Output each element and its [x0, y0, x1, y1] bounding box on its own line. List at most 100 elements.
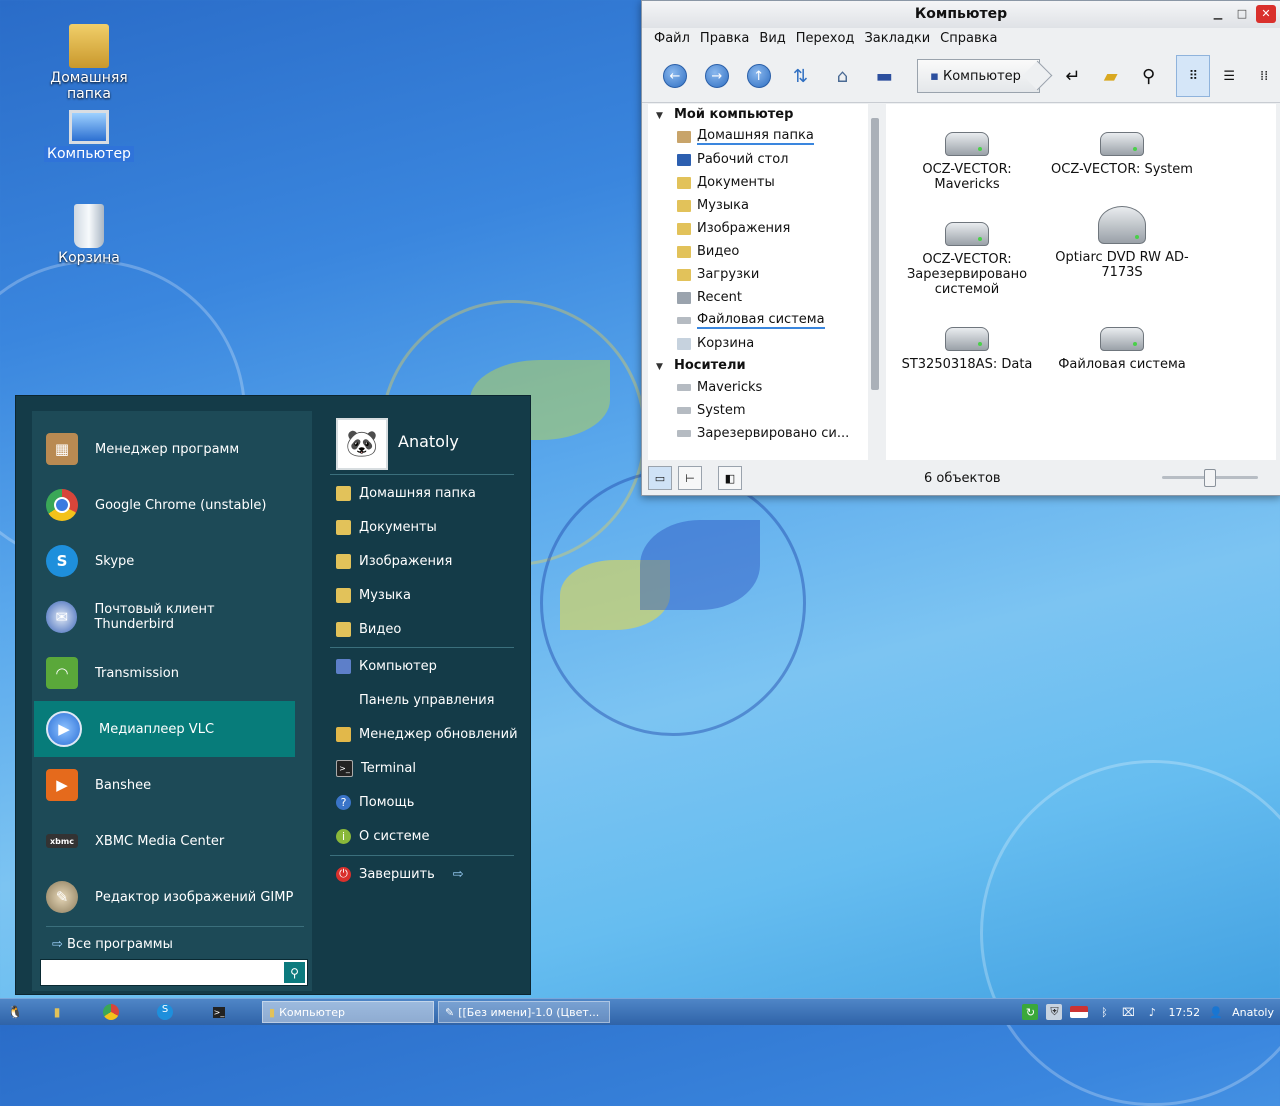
app-chrome[interactable]: Google Chrome (unstable) [34, 477, 295, 533]
quicklaunch-chrome[interactable] [100, 1002, 122, 1022]
system-update-manager[interactable]: Менеджер обновлений [336, 719, 526, 749]
system-help[interactable]: ? Помощь [336, 787, 526, 817]
desktop-computer[interactable]: Компьютер [34, 110, 144, 162]
keyboard-layout-flag-icon[interactable] [1070, 1006, 1089, 1018]
tray-user-name[interactable]: Anatoly [1232, 1006, 1274, 1019]
app-thunderbird[interactable]: ✉ Почтовый клиент Thunderbird [34, 589, 295, 645]
places-pane-button[interactable]: ▭ [648, 466, 672, 490]
shield-icon[interactable]: ⛨ [1046, 1004, 1063, 1020]
forward-button[interactable]: → [700, 59, 734, 93]
app-vlc[interactable]: ▶ Медиаплеер VLC [34, 701, 295, 757]
reload-button[interactable]: ⇅ [784, 59, 818, 93]
sidebar-item-trash[interactable]: Корзина [648, 332, 874, 355]
bluetooth-icon[interactable]: ᛒ [1096, 1004, 1112, 1020]
menu-help[interactable]: Справка [940, 28, 997, 50]
sidebar-item-music[interactable]: Музыка [648, 194, 874, 217]
back-button[interactable]: ← [658, 59, 692, 93]
menu-view[interactable]: Вид [759, 28, 785, 50]
reload-icon: ⇅ [792, 65, 809, 87]
app-transmission[interactable]: ◠ Transmission [34, 645, 295, 701]
quicklaunch-skype[interactable]: S [154, 1002, 176, 1022]
sidebar-item-desktop[interactable]: Рабочий стол [648, 148, 874, 171]
toggle-sidebar-button[interactable]: ◧ [718, 466, 742, 490]
new-folder-button[interactable]: ▰ [1094, 59, 1128, 93]
sidebar-item-home[interactable]: Домашняя папка [648, 125, 874, 148]
place-videos[interactable]: Видео [336, 614, 526, 644]
sidebar-item-pictures[interactable]: Изображения [648, 217, 874, 240]
optical-drive-item[interactable]: Optiarc DVD RW AD- 7173S [1047, 206, 1197, 280]
icon-view-button[interactable]: ⠿ [1176, 55, 1211, 97]
quicklaunch-files[interactable]: ▮ [46, 1002, 68, 1022]
folder-icon [677, 176, 691, 189]
place-home[interactable]: Домашняя папка [336, 478, 526, 508]
desktop-home-folder[interactable]: Домашняя папка [34, 24, 144, 102]
quicklaunch-terminal[interactable]: >_ [208, 1002, 230, 1022]
maximize-button[interactable]: □ [1232, 5, 1252, 23]
app-skype[interactable]: S Skype [34, 533, 295, 589]
user-avatar[interactable]: 🐼 [336, 418, 388, 470]
close-button[interactable]: ✕ [1256, 5, 1276, 23]
volume-icon[interactable]: ♪ [1144, 1004, 1160, 1020]
drive-item[interactable]: OCZ-VECTOR: Mavericks [892, 132, 1042, 192]
system-about[interactable]: iО системе [336, 821, 526, 851]
minimize-button[interactable]: ▁ [1208, 5, 1228, 23]
app-xbmc[interactable]: xbmc XBMC Media Center [34, 813, 295, 869]
place-pictures[interactable]: Изображения [336, 546, 526, 576]
search-input[interactable] [45, 961, 279, 984]
sidebar-device-system[interactable]: System [648, 399, 874, 422]
slider-knob[interactable] [1204, 469, 1216, 487]
compact-view-button[interactable]: ⁞⁞ [1248, 56, 1280, 96]
drive-item[interactable]: Файловая система [1047, 327, 1197, 372]
sidebar-scrollbar[interactable] [868, 104, 882, 460]
window-titlebar[interactable]: Компьютер ▁ □ ✕ [642, 1, 1280, 28]
place-documents[interactable]: Документы [336, 512, 526, 542]
menu-edit[interactable]: Правка [700, 28, 749, 50]
system-terminal[interactable]: >_ Terminal [336, 753, 526, 783]
home-button[interactable]: ⌂ [825, 59, 859, 93]
sidebar-device-mavericks[interactable]: Mavericks [648, 376, 874, 399]
location-breadcrumb[interactable]: ▪ Компьютер [917, 59, 1040, 93]
clock[interactable]: 17:52 [1168, 1006, 1200, 1019]
tree-pane-button[interactable]: ⊢ [678, 466, 702, 490]
zoom-slider[interactable] [1162, 469, 1258, 487]
sidebar-item-recent[interactable]: Recent [648, 286, 874, 309]
computer-icon [69, 110, 109, 144]
computer-button[interactable]: ▬ [867, 59, 901, 93]
sidebar-item-downloads[interactable]: Загрузки [648, 263, 874, 286]
terminal-button[interactable]: ↵ [1056, 59, 1090, 93]
drive-item[interactable]: OCZ-VECTOR: Зарезервировано системой [892, 222, 1042, 297]
scrollbar-thumb[interactable] [871, 118, 879, 390]
shutdown-button[interactable]: ⏻ Завершить ⇨ [336, 859, 526, 889]
system-control-panel[interactable]: Панель управления [336, 685, 526, 715]
drive-item[interactable]: OCZ-VECTOR: System [1047, 132, 1197, 177]
menu-go[interactable]: Переход [796, 28, 855, 50]
drive-item[interactable]: ST3250318AS: Data [892, 327, 1042, 372]
sidebar-device-reserved[interactable]: Зарезервировано си... [648, 422, 874, 445]
place-music[interactable]: Музыка [336, 580, 526, 610]
desktop-trash[interactable]: Корзина [34, 204, 144, 266]
sidebar-item-videos[interactable]: Видео [648, 240, 874, 263]
sidebar-item-filesystem[interactable]: Файловая система [648, 309, 874, 332]
task-file-manager[interactable]: ▮ Компьютер [262, 1001, 434, 1023]
app-gimp[interactable]: ✎ Редактор изображений GIMP [34, 869, 295, 925]
sidebar-section-devices[interactable]: ▼ Носители [648, 355, 874, 376]
app-banshee[interactable]: ▶ Banshee [34, 757, 295, 813]
system-computer[interactable]: Компьютер [336, 651, 526, 681]
search-button[interactable]: ⚲ [1132, 59, 1166, 93]
network-icon[interactable]: ⌧ [1120, 1004, 1136, 1020]
update-icon[interactable]: ↻ [1022, 1004, 1039, 1020]
search-icon[interactable]: ⚲ [284, 962, 305, 983]
search-field[interactable]: ⚲ [40, 959, 308, 986]
app-software-manager[interactable]: ▦ Менеджер программ [34, 421, 295, 477]
sidebar-item-documents[interactable]: Документы [648, 171, 874, 194]
menu-file[interactable]: Файл [654, 28, 690, 50]
list-view-button[interactable]: ☰ [1213, 56, 1245, 96]
sidebar-section-my-computer[interactable]: ▼ Мой компьютер [648, 104, 874, 125]
up-button[interactable]: ↑ [742, 59, 776, 93]
menu-bookmarks[interactable]: Закладки [864, 28, 930, 50]
menu-button[interactable]: 🐧 [4, 1002, 26, 1022]
banshee-icon: ▶ [46, 769, 78, 801]
arrow-right-icon[interactable]: ⇨ [453, 867, 464, 882]
task-gimp[interactable]: ✎ [[Без имени]-1.0 (Цвет... [438, 1001, 610, 1023]
all-programs-button[interactable]: ⇨ Все программы [52, 937, 173, 952]
